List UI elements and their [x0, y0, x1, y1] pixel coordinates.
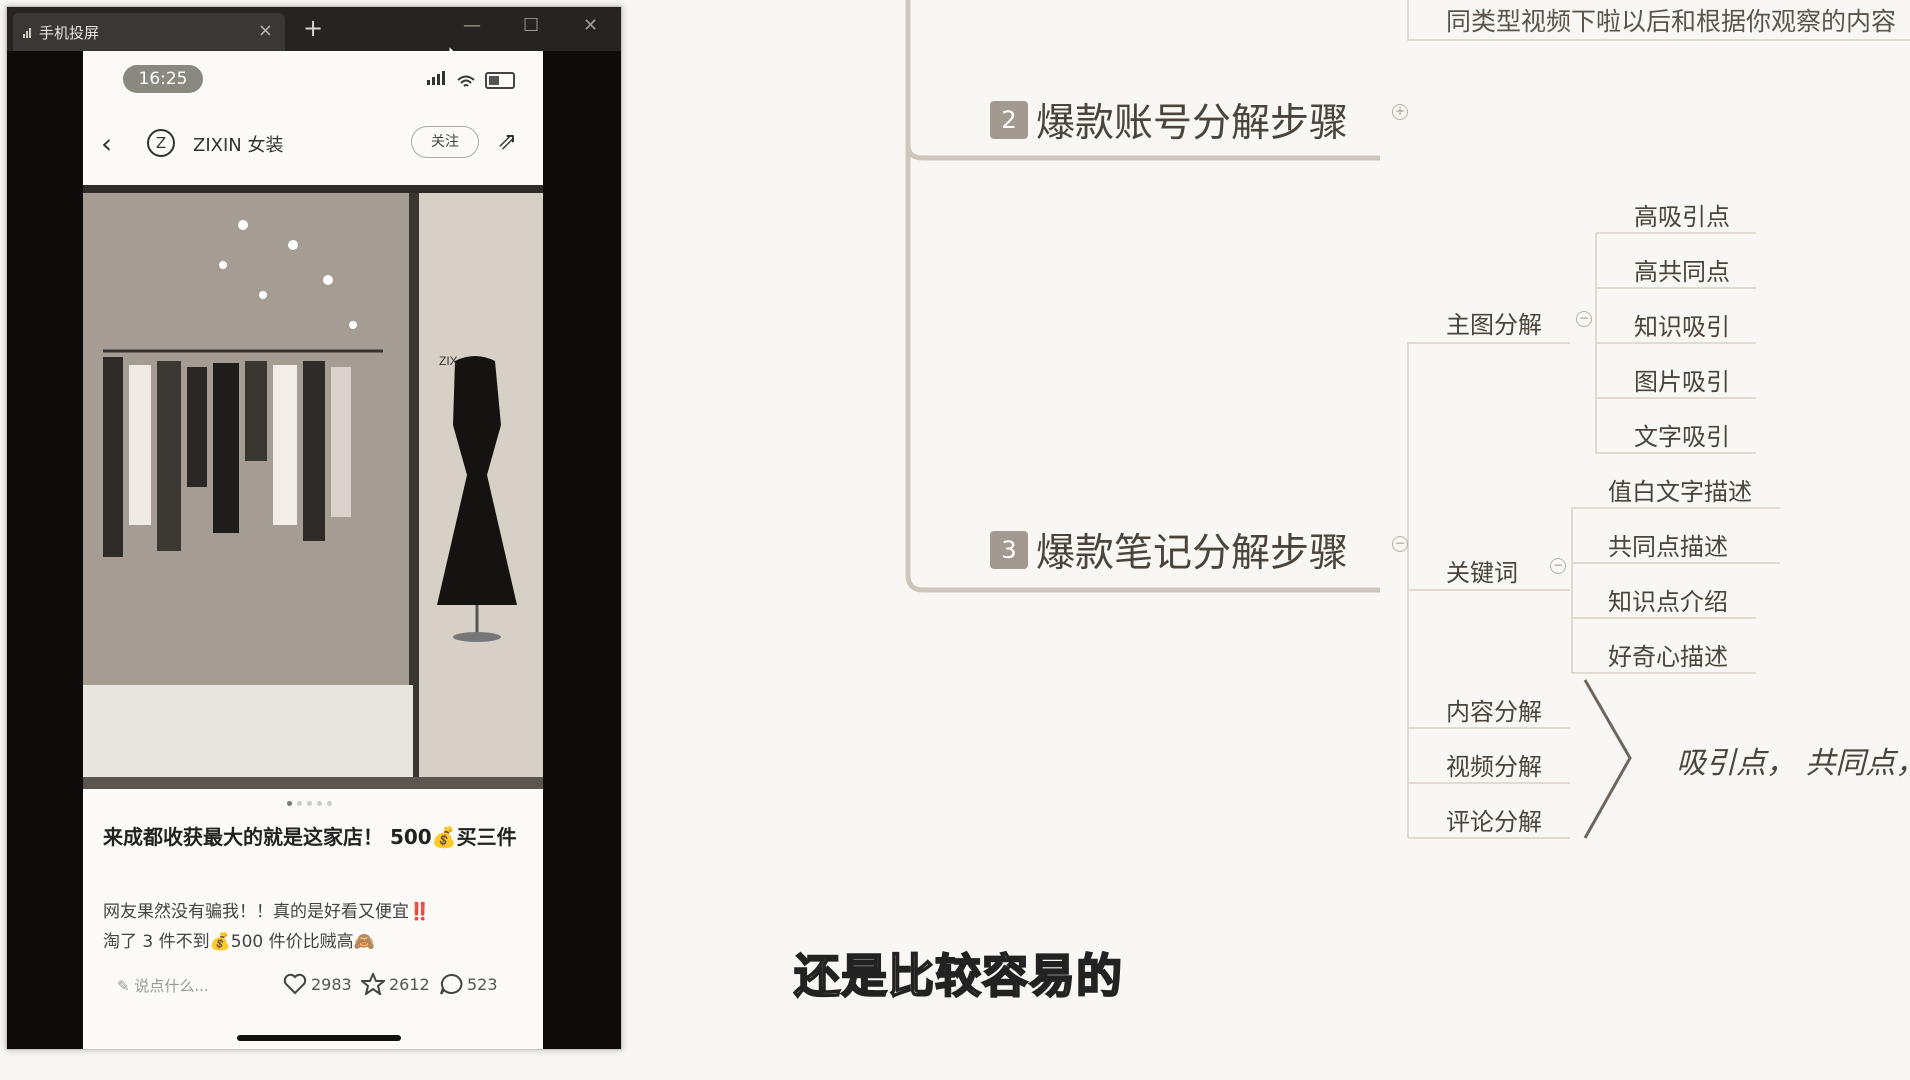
share-icon[interactable]: ⇗	[497, 127, 517, 155]
leaf-main-image-2[interactable]: 高共同点	[1634, 252, 1730, 287]
heart-icon	[283, 973, 307, 995]
node-number-badge: 2	[990, 101, 1028, 139]
star-icon	[361, 973, 385, 995]
status-icons	[427, 70, 515, 89]
like-button[interactable]: 2983	[283, 973, 352, 995]
leaf-keyword-1[interactable]: 值白文字描述	[1608, 472, 1752, 507]
status-time: 16:25	[123, 65, 203, 93]
node-content-breakdown[interactable]: 内容分解	[1446, 692, 1542, 727]
battery-icon	[485, 72, 515, 89]
carousel-dots	[287, 801, 332, 806]
store-window-photo: ZIX	[83, 185, 543, 789]
expand-toggle-icon[interactable]: +	[1392, 104, 1408, 120]
node-note-breakdown[interactable]: 3 爆款笔记分解步骤	[990, 522, 1348, 578]
leaf-main-image-5[interactable]: 文字吸引	[1634, 417, 1730, 452]
video-subtitle: 还是比较容易的	[793, 948, 1123, 1004]
signal-icon	[23, 26, 33, 38]
collapse-toggle-icon[interactable]: −	[1576, 311, 1592, 327]
post-title: 来成都收获最大的就是这家店！ 500💰买三件	[103, 825, 517, 849]
collapse-toggle-icon[interactable]: −	[1550, 558, 1566, 574]
cell-signal-icon	[427, 70, 447, 89]
post-photo[interactable]: ZIX	[83, 185, 543, 789]
window-tab[interactable]: 手机投屏 ×	[13, 13, 285, 51]
back-arrow-icon[interactable]: ‹	[101, 127, 112, 160]
post-body-line: 网友果然没有骗我！！真的是好看又便宜‼️	[103, 902, 431, 922]
top-partial-text: 同类型视频下啦以后和根据你观察的内容	[1446, 7, 1897, 36]
post-body-line: 淘了 3 件不到💰500 件价比贼高🙈	[103, 932, 375, 952]
node-number-badge: 3	[990, 531, 1028, 569]
comment-bubble-icon	[440, 973, 463, 995]
home-indicator	[237, 1035, 401, 1041]
maximize-button[interactable]: ☐	[523, 15, 539, 36]
node-comment-breakdown[interactable]: 评论分解	[1446, 802, 1542, 837]
node-video-breakdown[interactable]: 视频分解	[1446, 747, 1542, 782]
shop-name[interactable]: ZIXIN 女装	[193, 131, 283, 157]
node-label: 爆款账号分解步骤	[1036, 101, 1349, 146]
close-window-button[interactable]: ✕	[583, 15, 598, 36]
comment-count: 523	[467, 974, 498, 994]
post-action-bar: ✎ 说点什么... 2983 2612 523	[103, 967, 533, 1003]
leaf-main-image-4[interactable]: 图片吸引	[1634, 362, 1730, 397]
like-count: 2983	[311, 974, 352, 994]
leaf-keyword-2[interactable]: 共同点描述	[1608, 527, 1728, 562]
phone-mirror-window: 手机投屏 × + — ☐ ✕ 16:25 ‹ Z ZIXIN 女装 关注 ⇗ Z…	[6, 6, 622, 1050]
svg-text:ZIX: ZIX	[439, 354, 458, 368]
star-button[interactable]: 2612	[361, 973, 430, 995]
node-main-image[interactable]: 主图分解	[1446, 305, 1542, 340]
minimize-button[interactable]: —	[463, 15, 481, 36]
node-account-breakdown[interactable]: 2 爆款账号分解步骤	[990, 92, 1348, 148]
tab-close-icon[interactable]: ×	[258, 20, 273, 41]
leaf-keyword-3[interactable]: 知识点介绍	[1608, 582, 1728, 617]
collapse-toggle-icon[interactable]: −	[1392, 536, 1408, 552]
post-body: 网友果然没有骗我！！真的是好看又便宜‼️ 淘了 3 件不到💰500 件价比贼高🙈	[103, 897, 523, 957]
tab-title: 手机投屏	[39, 24, 100, 42]
wifi-icon	[457, 75, 475, 87]
node-keywords[interactable]: 关键词	[1446, 553, 1518, 588]
app-header: ‹ Z ZIXIN 女装 关注 ⇗	[83, 115, 543, 171]
follow-button[interactable]: 关注	[411, 126, 479, 158]
leaf-keyword-4[interactable]: 好奇心描述	[1608, 637, 1728, 672]
leaf-main-image-3[interactable]: 知识吸引	[1634, 307, 1730, 342]
window-titlebar: 手机投屏 × + — ☐ ✕	[7, 7, 621, 51]
shop-logo[interactable]: Z	[147, 129, 175, 157]
node-label: 爆款笔记分解步骤	[1036, 531, 1349, 576]
new-tab-button[interactable]: +	[303, 14, 323, 42]
comment-input[interactable]: ✎ 说点什么...	[117, 975, 209, 996]
comment-button[interactable]: 523	[439, 973, 498, 995]
phone-screen: 16:25 ‹ Z ZIXIN 女装 关注 ⇗ ZIX 来成都收获最大的就是这家…	[83, 51, 543, 1049]
star-count: 2612	[389, 974, 430, 994]
bracket-summary-text: 吸引点， 共同点，	[1676, 746, 1910, 781]
leaf-main-image-1[interactable]: 高吸引点	[1634, 197, 1730, 232]
